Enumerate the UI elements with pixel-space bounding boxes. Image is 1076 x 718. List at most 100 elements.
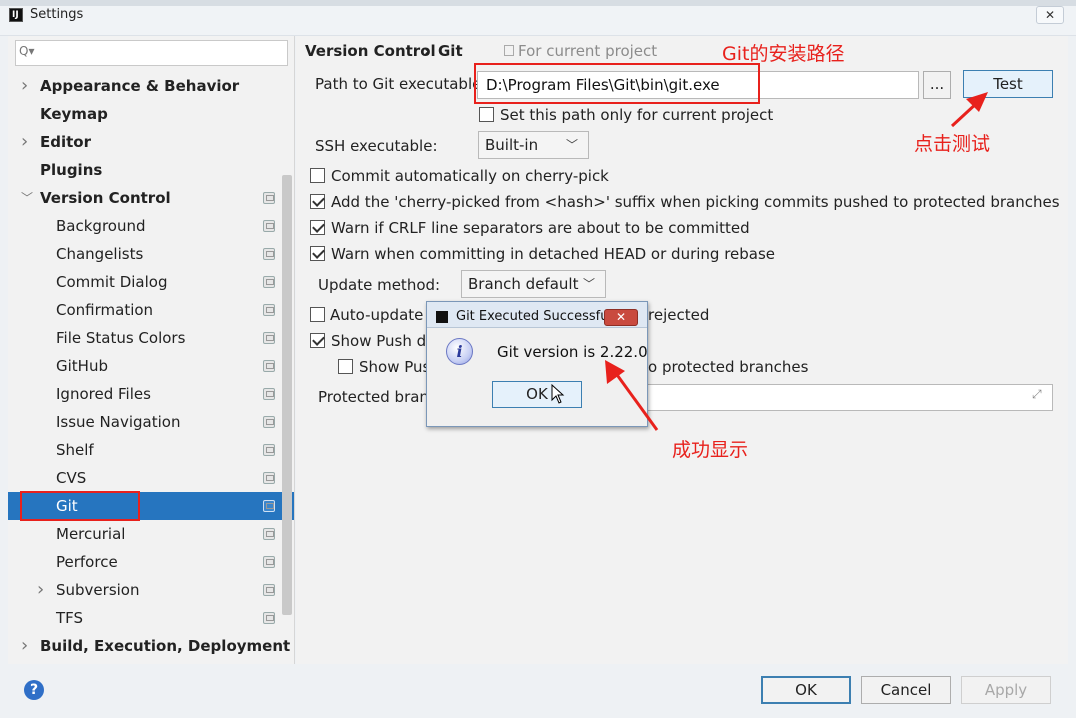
sidebar-item-label: Subversion <box>56 581 140 599</box>
ssh-executable-dropdown[interactable]: Built-in ﹀ <box>478 131 589 159</box>
settings-search-input[interactable] <box>15 40 288 66</box>
project-scope-icon <box>263 388 275 400</box>
update-method-dropdown[interactable]: Branch default ﹀ <box>461 270 606 298</box>
sidebar-item-plugins[interactable]: Plugins <box>40 156 102 184</box>
sidebar-item-label: Plugins <box>40 161 103 179</box>
sidebar-item-label: Issue Navigation <box>56 413 181 431</box>
chevron-down-icon[interactable]: ﹀ <box>21 184 33 212</box>
sidebar-item-commit-dialog[interactable]: Commit Dialog <box>56 268 167 296</box>
sidebar-item-label: Keymap <box>40 105 108 123</box>
chevron-down-icon: ﹀ <box>565 138 578 152</box>
ok-button[interactable]: OK <box>761 676 851 704</box>
project-scope-icon <box>263 248 275 260</box>
git-option-label: Warn if CRLF line separators are about t… <box>331 219 750 237</box>
browse-button[interactable]: ... <box>923 71 951 99</box>
sidebar-item-appearance-behavior[interactable]: Appearance & Behavior <box>40 72 239 100</box>
ssh-executable-label: SSH executable: <box>315 137 438 155</box>
update-method-label: Update method: <box>318 276 441 294</box>
sidebar-item-confirmation[interactable]: Confirmation <box>56 296 153 324</box>
set-path-project-checkbox[interactable] <box>479 107 494 122</box>
title-bar <box>0 6 1076 36</box>
chevron-right-icon[interactable]: › <box>21 128 28 156</box>
sidebar-item-label: Commit Dialog <box>56 273 168 291</box>
annotation-success: 成功显示 <box>672 439 749 461</box>
git-path-label: Path to Git executable: <box>315 75 487 93</box>
sidebar-item-issue-navigation[interactable]: Issue Navigation <box>56 408 180 436</box>
sidebar-scrollbar[interactable] <box>282 175 292 615</box>
sidebar-item-label: Version Control <box>40 189 171 207</box>
show-push-label: Show Push dia <box>331 332 440 350</box>
sidebar-item-version-control[interactable]: Version Control <box>40 184 171 212</box>
git-option-label: Add the 'cherry-picked from <hash>' suff… <box>331 193 1060 211</box>
chevron-down-icon: ﹀ <box>582 277 595 291</box>
sidebar-item-build-execution-deployment[interactable]: Build, Execution, Deployment <box>40 632 290 660</box>
intellij-app-icon: IJ <box>9 8 23 22</box>
auto-update-label: Auto-update i <box>330 306 433 324</box>
breadcrumb-version-control[interactable]: Version Control <box>305 42 436 60</box>
dialog-ok-button[interactable]: OK <box>492 381 582 408</box>
sidebar-item-label: Appearance & Behavior <box>40 77 240 95</box>
sidebar-item-perforce[interactable]: Perforce <box>56 548 118 576</box>
sidebar-item-subversion[interactable]: Subversion <box>56 576 140 604</box>
chevron-right-icon[interactable]: › <box>21 72 28 100</box>
intellij-app-icon <box>436 311 448 323</box>
git-option-checkbox[interactable] <box>310 168 325 183</box>
annotation-git-box <box>20 491 140 521</box>
help-icon[interactable]: ? <box>24 680 44 700</box>
sidebar-item-label: GitHub <box>56 357 108 375</box>
show-push-sub-label-tail: o protected branches <box>648 358 809 376</box>
sidebar-item-label: Editor <box>40 133 91 151</box>
update-method-value: Branch default <box>468 275 579 293</box>
auto-update-label-tail: rejected <box>648 306 710 324</box>
window-title: Settings <box>30 7 84 22</box>
project-scope-icon <box>263 416 275 428</box>
sidebar-item-shelf[interactable]: Shelf <box>56 436 94 464</box>
project-scope-icon <box>263 360 275 372</box>
git-option-checkbox[interactable] <box>310 246 325 261</box>
project-scope-icon <box>263 500 275 512</box>
dialog-close-button[interactable]: ✕ <box>604 309 638 326</box>
project-scope-icon <box>263 584 275 596</box>
chevron-right-icon[interactable]: › <box>21 632 28 660</box>
expand-icon[interactable]: ⤢ <box>1032 387 1042 402</box>
sidebar-item-cvs[interactable]: CVS <box>56 464 86 492</box>
scope-label: For current project <box>518 42 658 60</box>
window-close-button[interactable]: ✕ <box>1036 6 1064 24</box>
project-scope-icon <box>263 472 275 484</box>
sidebar-item-label: CVS <box>56 469 87 487</box>
sidebar-item-file-status-colors[interactable]: File Status Colors <box>56 324 185 352</box>
sidebar-item-changelists[interactable]: Changelists <box>56 240 143 268</box>
sidebar-item-editor[interactable]: Editor <box>40 128 91 156</box>
cancel-button[interactable]: Cancel <box>861 676 951 704</box>
sidebar-item-github[interactable]: GitHub <box>56 352 108 380</box>
git-option-checkbox[interactable] <box>310 220 325 235</box>
sidebar-item-label: Shelf <box>56 441 94 459</box>
project-scope-icon <box>263 192 275 204</box>
project-scope-icon <box>263 556 275 568</box>
set-path-project-label: Set this path only for current project <box>500 106 774 124</box>
show-push-checkbox[interactable] <box>310 333 325 348</box>
sidebar-item-keymap[interactable]: Keymap <box>40 100 108 128</box>
test-button[interactable]: Test <box>963 70 1053 98</box>
project-scope-icon <box>263 528 275 540</box>
project-scope-icon <box>263 444 275 456</box>
chevron-right-icon[interactable]: › <box>37 576 44 604</box>
info-icon: i <box>446 338 473 365</box>
git-option-checkbox[interactable] <box>310 194 325 209</box>
annotation-path-box <box>474 63 760 104</box>
project-scope-icon <box>263 220 275 232</box>
dialog-message: Git version is 2.22.0 <box>497 343 648 361</box>
protected-branches-label: Protected branc <box>318 388 438 406</box>
git-option-label: Warn when committing in detached HEAD or… <box>331 245 776 263</box>
project-scope-icon <box>263 276 275 288</box>
sidebar-item-background[interactable]: Background <box>56 212 146 240</box>
search-icon: Q▾ <box>19 44 35 58</box>
apply-button[interactable]: Apply <box>961 676 1051 704</box>
sidebar-item-label: Mercurial <box>56 525 126 543</box>
auto-update-checkbox[interactable] <box>310 307 325 322</box>
show-push-sub-checkbox[interactable] <box>338 359 353 374</box>
sidebar-item-tfs[interactable]: TFS <box>56 604 83 632</box>
sidebar-item-ignored-files[interactable]: Ignored Files <box>56 380 151 408</box>
project-scope-icon <box>263 304 275 316</box>
sidebar-item-mercurial[interactable]: Mercurial <box>56 520 125 548</box>
